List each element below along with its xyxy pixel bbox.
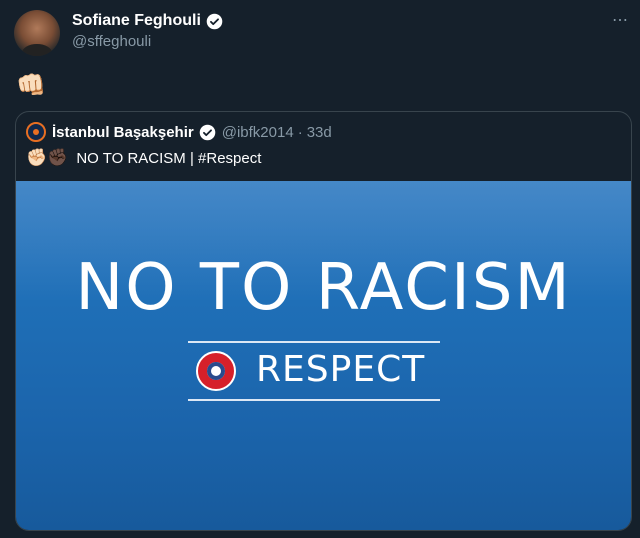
divider-bottom: [188, 399, 440, 401]
tweet-body-emoji: 👊🏻: [16, 72, 46, 99]
quoted-author-row: İstanbul Başakşehir @ibfk2014 · 33d: [26, 122, 332, 142]
quoted-display-name[interactable]: İstanbul Başakşehir: [52, 124, 194, 141]
quoted-text-content: NO TO RACISM | #Respect: [76, 149, 262, 167]
divider-top: [188, 341, 440, 343]
more-options-icon[interactable]: ⋯: [612, 10, 628, 30]
verified-badge-icon: [206, 13, 223, 30]
media-subline: RESPECT: [256, 349, 426, 390]
display-name[interactable]: Sofiane Feghouli: [72, 12, 201, 30]
separator: ·: [297, 123, 303, 141]
verified-badge-icon: [199, 124, 216, 141]
fist-emoji: ✊🏻✊🏿: [26, 148, 69, 167]
quoted-tweet[interactable]: İstanbul Başakşehir @ibfk2014 · 33d ✊🏻✊🏿…: [15, 111, 632, 531]
author-row: Sofiane Feghouli: [72, 12, 223, 30]
quoted-handle[interactable]: @ibfk2014: [222, 124, 294, 141]
avatar[interactable]: [14, 10, 60, 56]
quoted-timestamp[interactable]: 33d: [307, 124, 332, 141]
quoted-text: ✊🏻✊🏿 NO TO RACISM | #Respect: [26, 148, 261, 168]
handle[interactable]: @sffeghouli: [72, 33, 151, 50]
media-image[interactable]: NO TO RACISM RESPECT: [16, 181, 631, 530]
uefa-logo-icon: [196, 351, 236, 391]
media-headline: NO TO RACISM: [75, 251, 572, 325]
tweet[interactable]: Sofiane Feghouli @sffeghouli ⋯ 👊🏻 İstanb…: [0, 0, 640, 538]
club-logo-icon[interactable]: [26, 122, 46, 142]
